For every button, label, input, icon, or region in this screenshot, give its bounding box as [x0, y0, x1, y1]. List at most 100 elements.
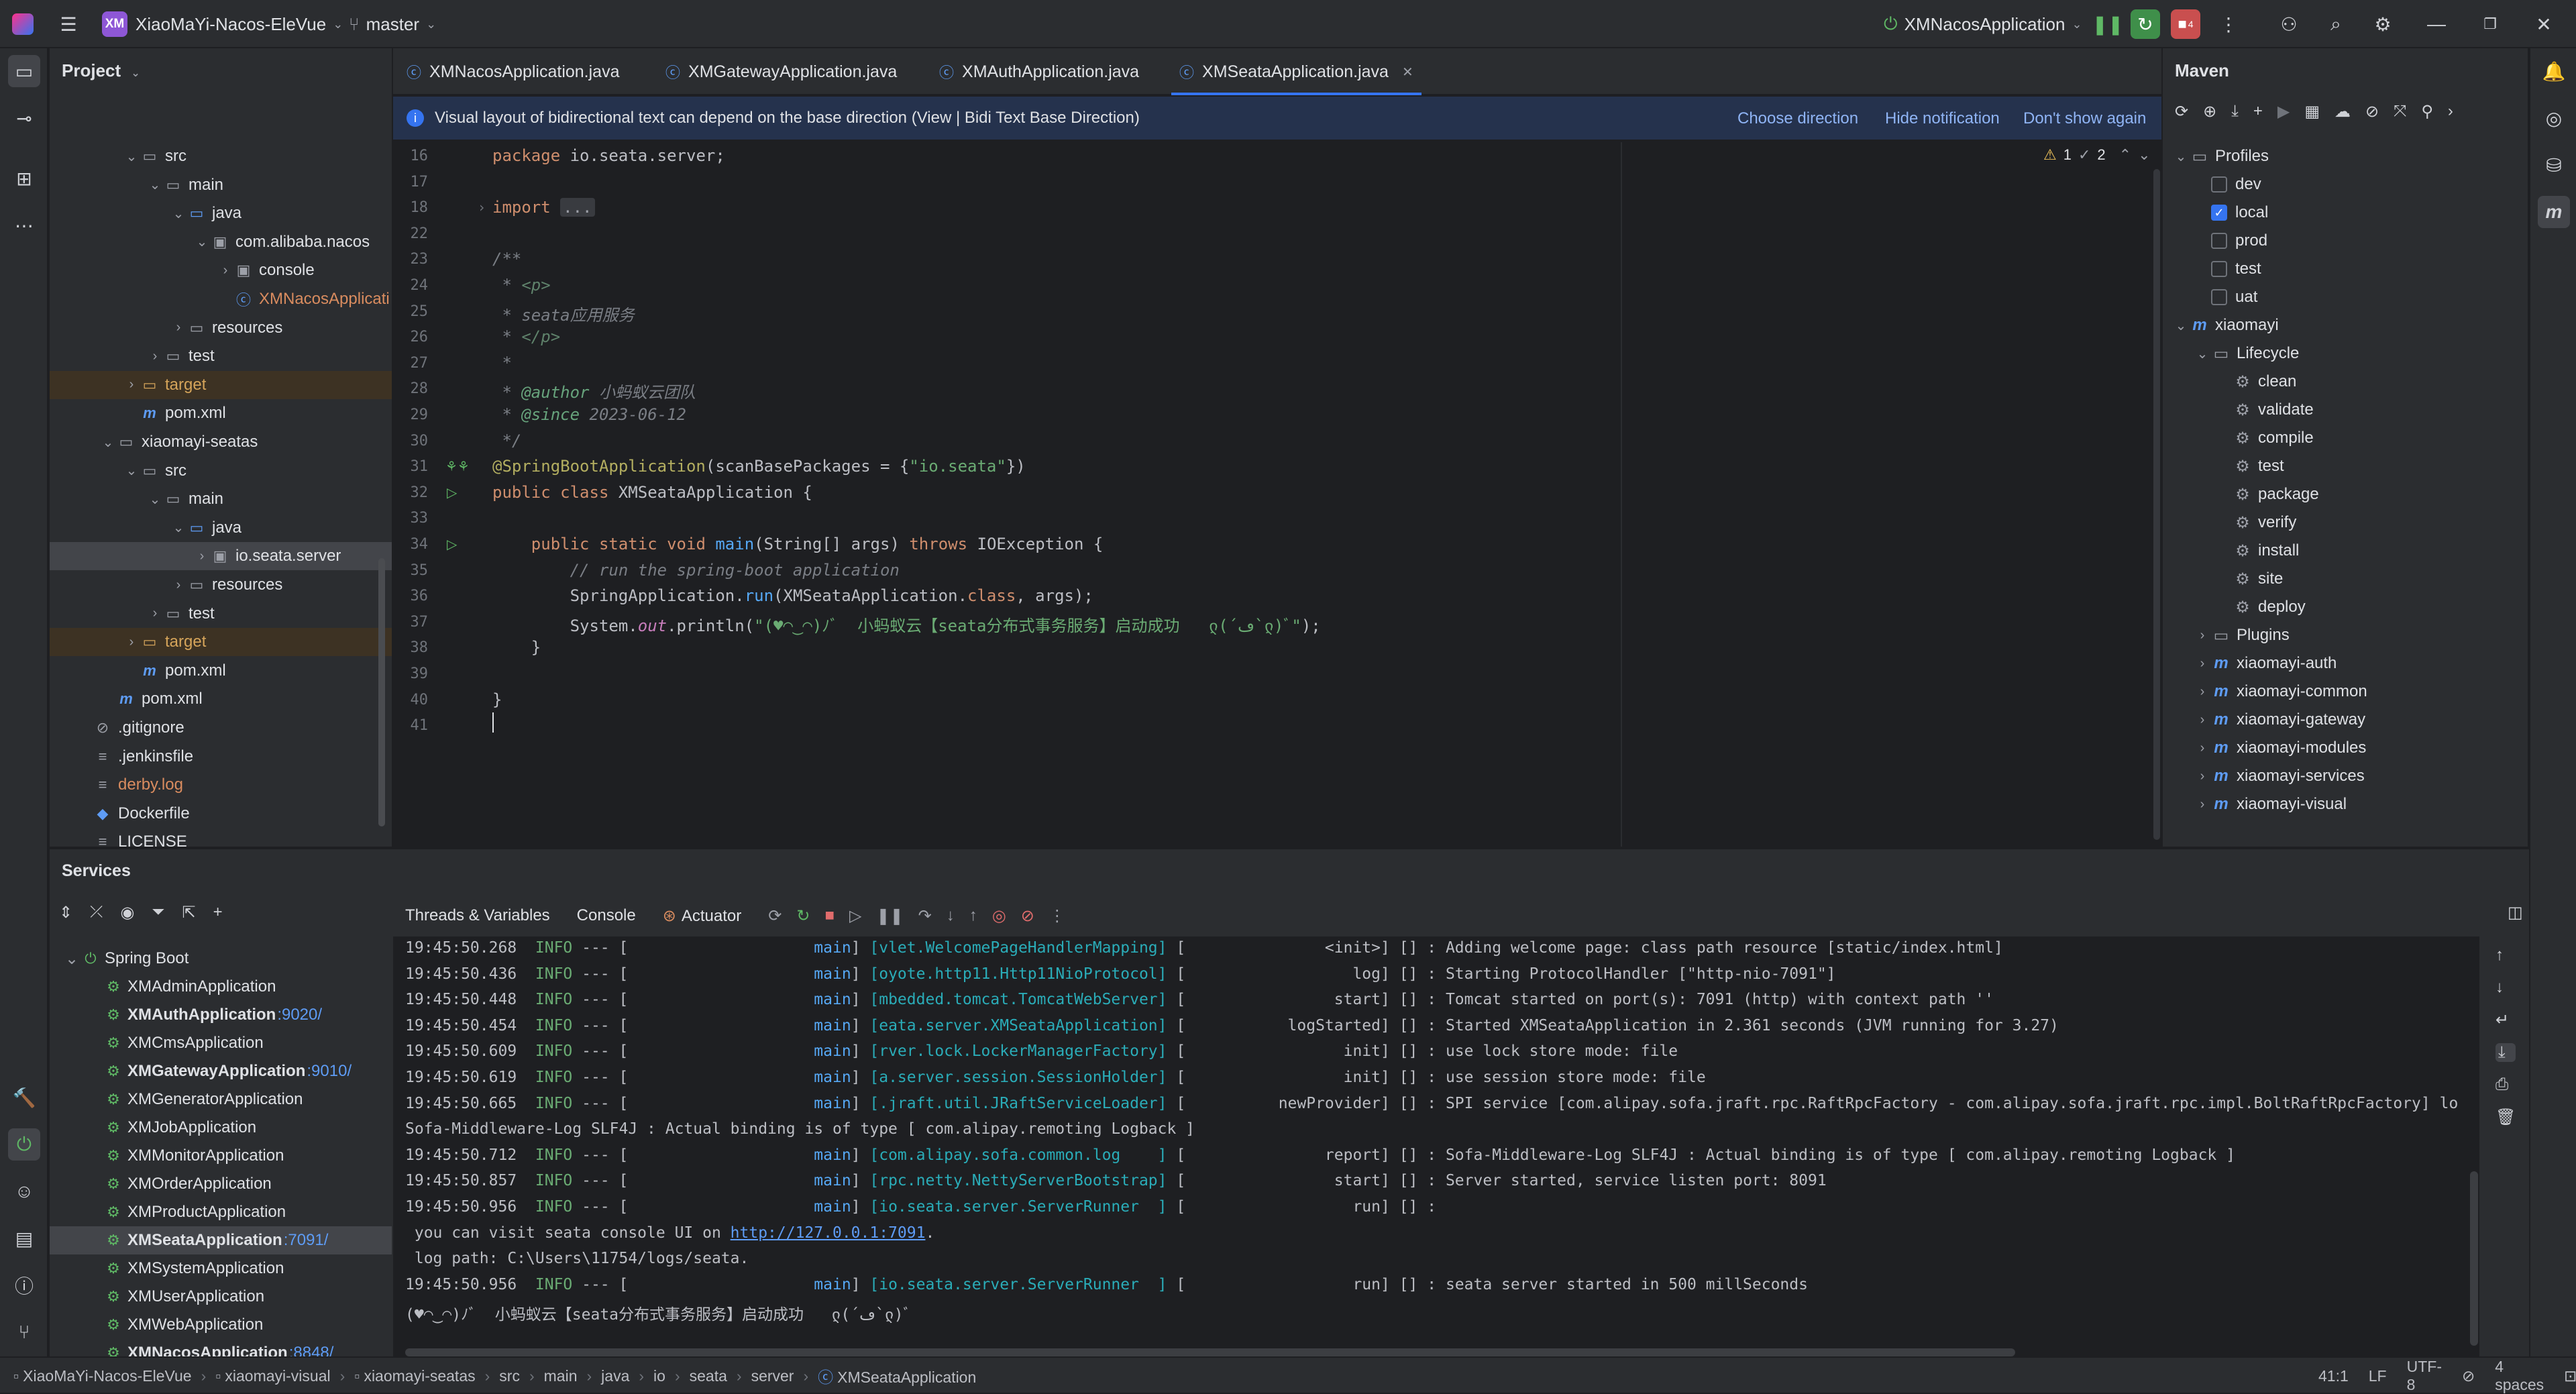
console-output[interactable]: 19:45:50.268 INFO --- [ main] [vlet.Welc…: [393, 936, 2479, 1358]
project-panel-title[interactable]: Project ⌄: [62, 60, 140, 81]
chevron-down-icon[interactable]: ⌄: [147, 491, 163, 508]
new-tab-icon[interactable]: ⇱: [182, 903, 195, 922]
chevron-down-icon[interactable]: ⌄: [100, 434, 116, 451]
tab-actuator[interactable]: ⊛ Actuator: [663, 906, 742, 926]
service-row[interactable]: ⚙ XMGatewayApplication:9010/: [50, 1057, 392, 1085]
project-tree-row[interactable]: › ▭ resources: [50, 571, 392, 599]
maven-tree-row[interactable]: ⌄ m xiaomayi: [2163, 311, 2528, 339]
maven-tree-row[interactable]: uat: [2163, 283, 2528, 311]
execute-goal-icon[interactable]: ▦: [2304, 102, 2320, 121]
code-line[interactable]: }: [492, 638, 541, 657]
profile-checkbox[interactable]: [2211, 289, 2227, 305]
maven-tree-row[interactable]: ⚙ verify: [2163, 508, 2528, 537]
editor-tab[interactable]: ⓒ XMNacosApplication.java: [407, 48, 620, 95]
chevron-right-icon[interactable]: ›: [147, 349, 163, 364]
dont-show-again-link[interactable]: Don't show again: [2023, 97, 2146, 141]
settings-gear-icon[interactable]: ⚙: [2368, 9, 2398, 39]
maven-tree-row[interactable]: › m xiaomayi-modules: [2163, 734, 2528, 762]
service-row[interactable]: ⚙ XMSystemApplication: [50, 1254, 392, 1283]
project-tree-row[interactable]: ⌄ ▭ java: [50, 199, 392, 227]
service-port-link[interactable]: :9020/: [277, 1006, 322, 1024]
code-line[interactable]: SpringApplication.run(XMSeataApplication…: [492, 586, 1093, 605]
project-tree-row[interactable]: ⌄ ▭ main: [50, 171, 392, 199]
chevron-down-icon[interactable]: ⌄: [123, 148, 140, 165]
pause-icon[interactable]: ❚❚: [876, 906, 903, 926]
editor-scrollbar[interactable]: [2153, 169, 2160, 840]
inspection-widget[interactable]: ⚠ 1 ✓ 2 ⌃ ⌄: [2043, 146, 2151, 164]
breadcrumb-item[interactable]: server: [751, 1367, 794, 1385]
pause-icon[interactable]: ❚❚: [2092, 9, 2124, 39]
code-line[interactable]: *: [492, 354, 511, 372]
arrow-up-icon[interactable]: ↑: [2496, 946, 2516, 965]
close-tab-icon[interactable]: ✕: [1402, 64, 1413, 81]
service-row[interactable]: ⚙ XMAdminApplication: [50, 973, 392, 1001]
chevron-right-icon[interactable]: ›: [2194, 628, 2211, 643]
maven-tree-row[interactable]: prod: [2163, 227, 2528, 255]
editor-tab[interactable]: ⓒ XMSeataApplication.java ✕: [1171, 48, 1421, 95]
service-row[interactable]: ⚙ XMAuthApplication:9020/: [50, 1001, 392, 1029]
database-icon[interactable]: ⛁: [2538, 149, 2570, 181]
main-menu-icon[interactable]: ☰: [54, 9, 83, 39]
project-tree-row[interactable]: › ▭ resources: [50, 314, 392, 342]
add-project-icon[interactable]: ⊕: [2203, 102, 2216, 121]
maven-tree-row[interactable]: › m xiaomayi-visual: [2163, 790, 2528, 818]
notifications-icon[interactable]: 🔔: [2538, 55, 2570, 87]
chevron-down-icon[interactable]: ⌄: [170, 519, 186, 536]
chevron-right-icon[interactable]: ›: [2194, 712, 2211, 728]
analyze-icon[interactable]: ⚲: [2421, 102, 2433, 121]
project-tree-row[interactable]: m pom.xml: [50, 685, 392, 713]
fold-icon[interactable]: ›: [478, 199, 486, 215]
add-user-icon[interactable]: ⚇: [2274, 9, 2304, 39]
chevron-right-icon[interactable]: ›: [2194, 684, 2211, 700]
project-tree-row[interactable]: ⌄ ▭ java: [50, 514, 392, 542]
maven-tree-row[interactable]: ⚙ install: [2163, 537, 2528, 565]
service-row[interactable]: ⚙ XMGeneratorApplication: [50, 1085, 392, 1114]
collapse-all-icon[interactable]: ⤧: [2394, 102, 2406, 121]
chevron-down-icon[interactable]: ⌄: [147, 176, 163, 193]
project-switcher[interactable]: XM XiaoMaYi-Nacos-EleVue ⌄: [102, 0, 343, 48]
tab-threads-variables[interactable]: Threads & Variables: [405, 906, 550, 925]
profile-checkbox[interactable]: [2211, 261, 2227, 277]
code-line[interactable]: @SpringBootApplication(scanBasePackages …: [492, 457, 1026, 476]
project-tree-row[interactable]: ≡ LICENSE: [50, 828, 392, 847]
print-icon[interactable]: ⎙: [2496, 1075, 2516, 1094]
service-row[interactable]: ⚙ XMSeataApplication:7091/: [50, 1226, 392, 1254]
project-tree-row[interactable]: › ▭ test: [50, 600, 392, 628]
code-line[interactable]: // run the spring-boot application: [492, 561, 900, 580]
run-gutter-icon[interactable]: ⚘⚘: [445, 458, 470, 475]
file-encoding[interactable]: UTF-8: [2407, 1358, 2442, 1394]
maven-tree-row[interactable]: ⚙ test: [2163, 452, 2528, 480]
chevron-right-icon[interactable]: ›: [170, 578, 186, 593]
code-line[interactable]: package io.seata.server;: [492, 146, 725, 165]
problems-tool-icon[interactable]: ⓘ: [8, 1269, 40, 1301]
service-row[interactable]: ⌄ ⏻ Spring Boot: [50, 945, 392, 973]
close-window-icon[interactable]: ✕: [2529, 9, 2559, 39]
chevron-down-icon[interactable]: ⌄: [170, 205, 186, 222]
chevron-down-icon[interactable]: ⌄: [2194, 345, 2211, 362]
chevron-right-icon[interactable]: ›: [2194, 769, 2211, 784]
step-out-icon[interactable]: ↑: [969, 906, 977, 926]
refresh-icon[interactable]: ⟳: [768, 906, 782, 926]
plus-icon[interactable]: +: [2253, 102, 2263, 121]
maven-tree-row[interactable]: dev: [2163, 170, 2528, 199]
service-row[interactable]: ⚙ XMWebApplication: [50, 1311, 392, 1339]
filter-icon[interactable]: ⏷: [152, 903, 164, 922]
maven-tree-row[interactable]: ⚙ clean: [2163, 368, 2528, 396]
services-tool-icon[interactable]: ⏻: [8, 1128, 40, 1161]
service-row[interactable]: ⚙ XMProductApplication: [50, 1198, 392, 1226]
plugins-tool-icon[interactable]: ☺: [8, 1175, 40, 1208]
code-editor[interactable]: 16 package io.seata.server; 17 18 import ...…: [393, 142, 2161, 847]
lock-icon[interactable]: ⊡: [2564, 1367, 2576, 1385]
structure-tool-icon[interactable]: ⊞: [8, 162, 40, 195]
project-scrollbar[interactable]: [378, 558, 385, 826]
clear-trash-icon[interactable]: 🗑: [2496, 1108, 2516, 1127]
branch-switcher[interactable]: ⑂ master ⌄: [349, 0, 436, 48]
project-tree-row[interactable]: ≡ .jenkinsfile: [50, 743, 392, 771]
arrow-down-icon[interactable]: ↓: [2496, 978, 2516, 997]
console-ui-link[interactable]: http://127.0.0.1:7091: [731, 1224, 926, 1242]
code-line[interactable]: * seata应用服务: [492, 302, 634, 325]
maven-tree-row[interactable]: ⌄ ▭ Profiles: [2163, 142, 2528, 170]
more-vertical-icon[interactable]: ⋮: [2214, 9, 2243, 39]
profile-checkbox[interactable]: [2211, 233, 2227, 249]
maven-tree-row[interactable]: ⚙ validate: [2163, 396, 2528, 424]
